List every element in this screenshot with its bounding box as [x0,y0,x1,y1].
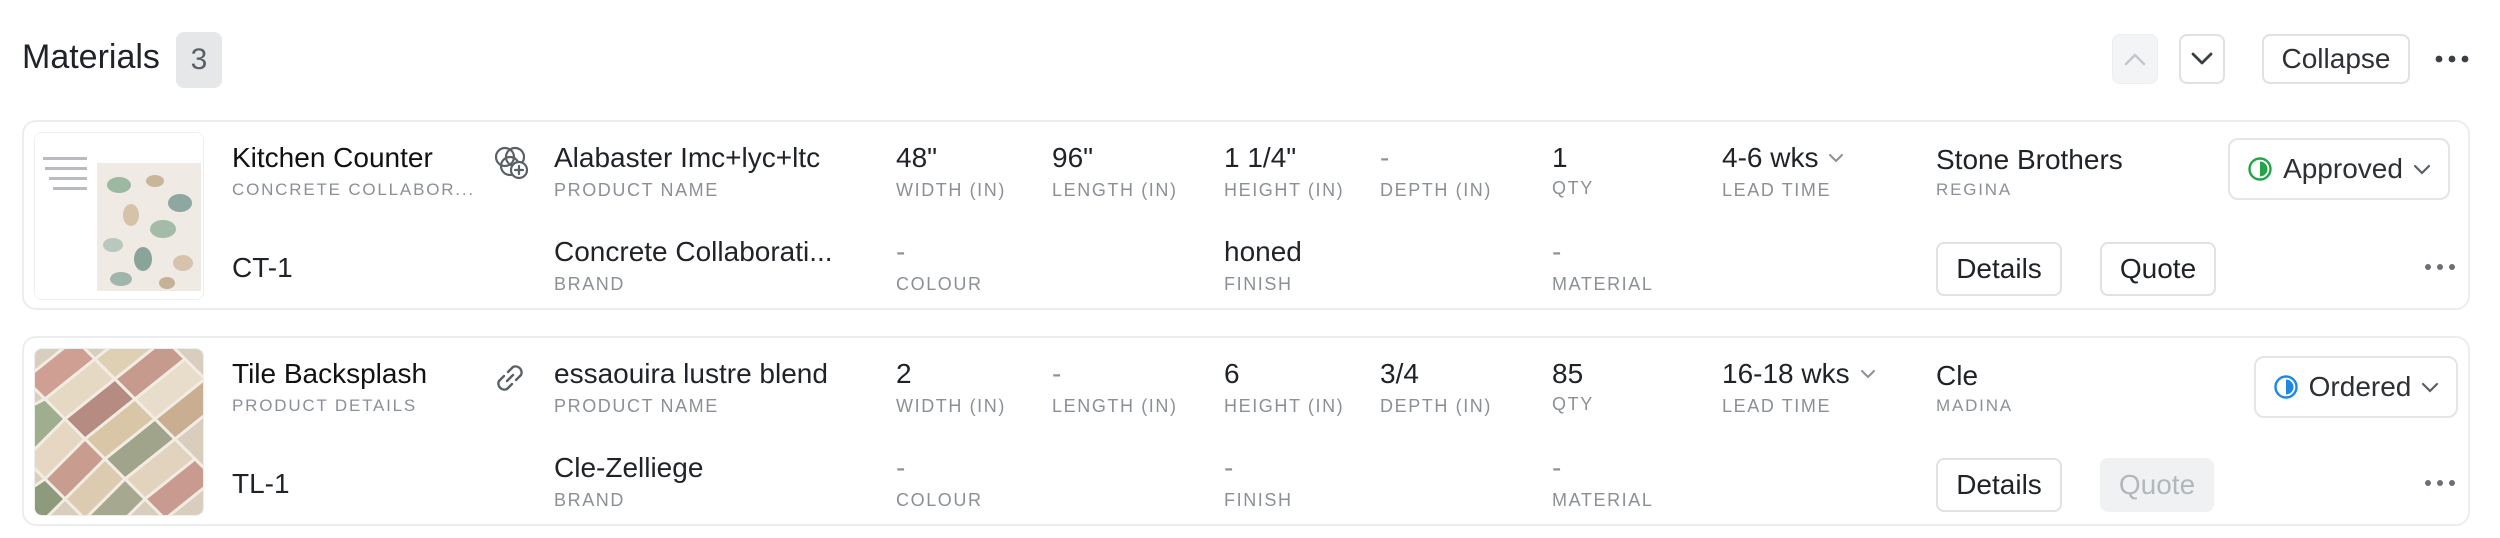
vendor-contact: MADINA [1936,396,2013,415]
material-label: MATERIAL [1552,490,1654,510]
length-label: LENGTH (IN) [1052,396,1178,416]
material-card: Tile Backsplash PRODUCT DETAILS TL-1 ess… [22,336,2470,526]
depth-value: - [1380,142,1390,173]
lead-time-label: LEAD TIME [1722,180,1832,200]
qty-value: 85 [1552,358,1584,389]
quote-button[interactable]: Quote [2100,242,2216,296]
chevron-down-icon [2422,382,2439,393]
material-code: CT-1 [232,252,293,283]
status-ordered-icon [2273,375,2298,399]
status-label: Approved [2283,153,2403,184]
product-name-value: essaouira lustre blend [554,358,828,389]
collapse-button[interactable]: Collapse [2262,34,2410,84]
material-subtitle: CONCRETE COLLABOR... [232,180,475,199]
qty-label: QTY [1552,394,1594,414]
chevron-down-icon [1829,154,1844,163]
colour-value: - [896,452,906,483]
vendor-contact: REGINA [1936,180,2012,199]
depth-label: DEPTH (IN) [1380,180,1492,200]
product-name-value: Alabaster Imc+lyc+ltc [554,142,821,173]
finish-value: honed [1224,236,1302,267]
vendor-name[interactable]: Cle [1936,360,1978,392]
link-icon[interactable] [490,358,530,403]
item-count-badge: 3 [176,32,222,88]
material-thumbnail[interactable] [34,132,204,300]
qty-label: QTY [1552,178,1594,198]
chevron-down-icon [2191,52,2213,65]
brand-value: Concrete Collaborati... [554,236,833,267]
material-card: Kitchen Counter CONCRETE COLLABOR... CT-… [22,120,2470,310]
height-label: HEIGHT (IN) [1224,180,1345,200]
material-name[interactable]: Kitchen Counter [232,142,433,174]
finish-value: - [1224,452,1234,483]
brand-value: Cle-Zelliege [554,452,704,483]
details-button[interactable]: Details [1936,242,2062,296]
height-label: HEIGHT (IN) [1224,396,1345,416]
lead-time-dropdown[interactable]: 4-6 wks [1722,142,1844,174]
row-more-options-icon[interactable] [2418,252,2462,282]
material-subtitle: PRODUCT DETAILS [232,396,418,415]
status-dropdown[interactable]: Ordered [2254,356,2458,418]
width-value: 2 [896,358,912,389]
colour-label: COLOUR [896,274,983,294]
brand-label: BRAND [554,274,626,294]
quote-button[interactable]: Quote [2100,458,2214,512]
colour-label: COLOUR [896,490,983,510]
section-title: Materials [22,38,160,76]
qty-value: 1 [1552,142,1568,173]
height-value: 1 1/4" [1224,142,1297,173]
colour-value: - [896,236,906,267]
product-name-label: PRODUCT NAME [554,180,719,200]
status-dropdown[interactable]: Approved [2228,138,2450,200]
length-value: 96" [1052,142,1094,173]
width-label: WIDTH (IN) [896,180,1006,200]
product-name-label: PRODUCT NAME [554,396,719,416]
add-link-icon[interactable] [490,140,532,187]
material-name[interactable]: Tile Backsplash [232,358,427,390]
status-label: Ordered [2308,371,2412,402]
row-more-options-icon[interactable] [2418,468,2462,498]
finish-label: FINISH [1224,490,1293,510]
length-value: - [1052,358,1062,389]
chevron-up-icon [2124,53,2146,66]
lead-time-value: 16-18 wks [1722,358,1850,389]
more-options-icon[interactable] [2430,42,2474,76]
brand-label: BRAND [554,490,626,510]
vendor-name[interactable]: Stone Brothers [1936,144,2123,176]
width-value: 48" [896,142,938,173]
material-thumbnail[interactable] [34,348,204,516]
details-button[interactable]: Details [1936,458,2062,512]
chevron-down-icon [2413,164,2431,175]
length-label: LENGTH (IN) [1052,180,1178,200]
material-value: - [1552,452,1562,483]
material-label: MATERIAL [1552,274,1654,294]
material-code: TL-1 [232,468,290,499]
depth-value: 3/4 [1380,358,1419,389]
material-value: - [1552,236,1562,267]
lead-time-label: LEAD TIME [1722,396,1832,416]
next-button[interactable] [2179,34,2225,84]
previous-button[interactable] [2112,34,2158,84]
height-value: 6 [1224,358,1240,389]
status-approved-icon [2248,157,2272,181]
depth-label: DEPTH (IN) [1380,396,1492,416]
chevron-down-icon [1860,370,1875,379]
finish-label: FINISH [1224,274,1293,294]
width-label: WIDTH (IN) [896,396,1006,416]
lead-time-value: 4-6 wks [1722,142,1819,173]
lead-time-dropdown[interactable]: 16-18 wks [1722,358,1876,390]
